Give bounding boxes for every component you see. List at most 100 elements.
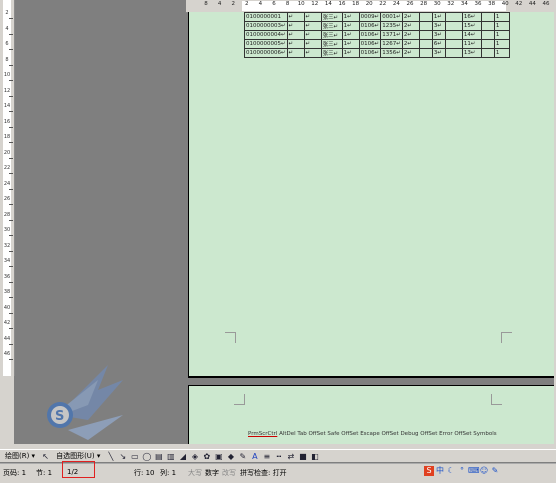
table-cell[interactable]: 13↵: [461, 48, 482, 58]
table-cell[interactable]: 张三↵: [320, 21, 343, 31]
wordart-icon[interactable]: ◢: [178, 452, 187, 461]
table-cell[interactable]: 1267↵: [380, 39, 403, 49]
vertical-textbox-icon[interactable]: ▥: [166, 452, 175, 461]
table-cell[interactable]: ↵: [303, 12, 322, 22]
table-cell[interactable]: 0100000004↵: [244, 30, 288, 40]
table-cell[interactable]: 张三↵: [320, 30, 343, 40]
ime-logo-icon[interactable]: S: [424, 465, 434, 476]
table-cell[interactable]: 2↵: [401, 48, 420, 58]
table-cell[interactable]: [480, 12, 495, 22]
table-cell[interactable]: 3↵: [431, 30, 446, 40]
table-cell[interactable]: 3↵: [431, 48, 446, 58]
table-cell[interactable]: 3↵: [431, 21, 446, 31]
diagram-icon[interactable]: ◈: [190, 452, 199, 461]
3d-icon[interactable]: ◧: [310, 452, 319, 461]
table-cell[interactable]: 1↵: [341, 30, 360, 40]
table-cell[interactable]: [418, 21, 433, 31]
table-cell[interactable]: 1↵: [341, 39, 360, 49]
table-cell[interactable]: ↵: [303, 48, 322, 58]
line-color-icon[interactable]: ✎: [238, 452, 247, 461]
status-ovr[interactable]: 改写: [222, 468, 236, 478]
table-cell[interactable]: ↵: [286, 48, 305, 58]
table-row[interactable]: 0100000006↵ ↵ ↵ 张三↵ 1↵ 0106↵ 1356↵ 2↵ 3↵ 13↵ 1: [244, 48, 510, 58]
shadow-icon[interactable]: ■: [298, 452, 307, 461]
table-cell[interactable]: ↵: [286, 21, 305, 31]
ime-chinese-label[interactable]: 中: [435, 466, 445, 476]
table-cell[interactable]: [418, 39, 433, 49]
table-cell[interactable]: 0100000003↵: [244, 21, 288, 31]
draw-menu-button[interactable]: 绘图(R) ▾: [2, 450, 38, 462]
table-cell[interactable]: 0106↵: [358, 21, 382, 31]
table-cell[interactable]: 0106↵: [358, 39, 382, 49]
table-cell[interactable]: [444, 21, 463, 31]
table-cell[interactable]: ↵: [286, 39, 305, 49]
vertical-ruler[interactable]: 2 4 6 8 10 12 14 16 18 20 22 24 26 28 30 32 34 36 38 40 42 44…: [0, 0, 15, 376]
table-cell[interactable]: 1356↵: [380, 48, 403, 58]
table-cell[interactable]: 1: [493, 12, 510, 22]
table-cell[interactable]: [444, 30, 463, 40]
table-cell[interactable]: 1: [493, 48, 510, 58]
table-cell[interactable]: 0100000001: [244, 12, 288, 22]
soft-keyboard-icon[interactable]: ⌨: [468, 466, 480, 476]
table-cell[interactable]: 张三↵: [320, 48, 343, 58]
picture-icon[interactable]: ▣: [214, 452, 223, 461]
oval-icon[interactable]: ◯: [142, 452, 151, 461]
data-table[interactable]: 0100000001 ↵ ↵ 张三↵ 1↵ 0009↵ 0001↵ 2↵ 1↵ 16↵ 1 01000…: [244, 12, 510, 58]
table-cell[interactable]: 0009↵: [358, 12, 382, 22]
fill-color-icon[interactable]: ◆: [226, 452, 235, 461]
table-cell[interactable]: 6↵: [431, 39, 446, 49]
table-cell[interactable]: 张三↵: [320, 12, 343, 22]
status-spell[interactable]: 拼写检查: 打开: [240, 468, 287, 478]
select-objects-icon[interactable]: ↖: [41, 452, 50, 461]
table-cell[interactable]: 11↵: [461, 39, 482, 49]
table-cell[interactable]: 0100000006↵: [244, 48, 288, 58]
table-row[interactable]: 0100000005↵ ↵ ↵ 张三↵ 1↵ 0106↵ 1267↵ 2↵ 6↵ 11↵ 1: [244, 39, 510, 49]
table-cell[interactable]: 1371↵: [380, 30, 403, 40]
table-cell[interactable]: 1235↵: [380, 21, 403, 31]
table-cell[interactable]: ↵: [286, 12, 305, 22]
punctuation-icon[interactable]: °: [457, 466, 467, 476]
textbox-icon[interactable]: ▤: [154, 452, 163, 461]
rectangle-icon[interactable]: ▭: [130, 452, 139, 461]
arrow-icon[interactable]: ↘: [118, 452, 127, 461]
table-cell[interactable]: [444, 48, 463, 58]
table-cell[interactable]: 1↵: [431, 12, 446, 22]
moon-icon[interactable]: ☾: [446, 466, 456, 476]
table-cell[interactable]: 0106↵: [358, 30, 382, 40]
table-row[interactable]: 0100000001 ↵ ↵ 张三↵ 1↵ 0009↵ 0001↵ 2↵ 1↵ 16↵ 1: [244, 12, 510, 22]
table-cell[interactable]: 1↵: [341, 12, 360, 22]
user-icon[interactable]: ☺: [479, 466, 489, 476]
table-cell[interactable]: [480, 39, 495, 49]
status-caps[interactable]: 大写: [188, 468, 202, 478]
table-cell[interactable]: [444, 39, 463, 49]
document-page[interactable]: [188, 12, 555, 376]
table-cell[interactable]: 2↵: [401, 21, 420, 31]
table-cell[interactable]: 16↵: [461, 12, 482, 22]
table-cell[interactable]: [444, 12, 463, 22]
status-num[interactable]: 数字: [205, 468, 219, 478]
table-cell[interactable]: 1: [493, 21, 510, 31]
table-cell[interactable]: 0106↵: [358, 48, 382, 58]
table-cell[interactable]: 2↵: [401, 30, 420, 40]
table-cell[interactable]: 14↵: [461, 30, 482, 40]
table-cell[interactable]: 2↵: [401, 39, 420, 49]
table-cell[interactable]: 2↵: [401, 12, 420, 22]
table-cell[interactable]: ↵: [303, 39, 322, 49]
table-cell[interactable]: 0100000005↵: [244, 39, 288, 49]
line-style-icon[interactable]: ≡: [262, 452, 271, 461]
table-cell[interactable]: [418, 12, 433, 22]
table-cell[interactable]: 张三↵: [320, 39, 343, 49]
table-cell[interactable]: ↵: [303, 30, 322, 40]
table-cell[interactable]: [418, 48, 433, 58]
font-color-icon[interactable]: A: [250, 452, 259, 461]
clipart-icon[interactable]: ✿: [202, 452, 211, 461]
table-cell[interactable]: 1↵: [341, 21, 360, 31]
dash-style-icon[interactable]: ┅: [274, 452, 283, 461]
arrow-style-icon[interactable]: ⇄: [286, 452, 295, 461]
table-cell[interactable]: ↵: [303, 21, 322, 31]
line-icon[interactable]: ╲: [106, 452, 115, 461]
table-row[interactable]: 0100000003↵ ↵ ↵ 张三↵ 1↵ 0106↵ 1235↵ 2↵ 3↵ 15↵ 1: [244, 21, 510, 31]
tools-icon[interactable]: ✎: [490, 466, 500, 476]
table-cell[interactable]: 0001↵: [380, 12, 403, 22]
table-cell[interactable]: [480, 30, 495, 40]
